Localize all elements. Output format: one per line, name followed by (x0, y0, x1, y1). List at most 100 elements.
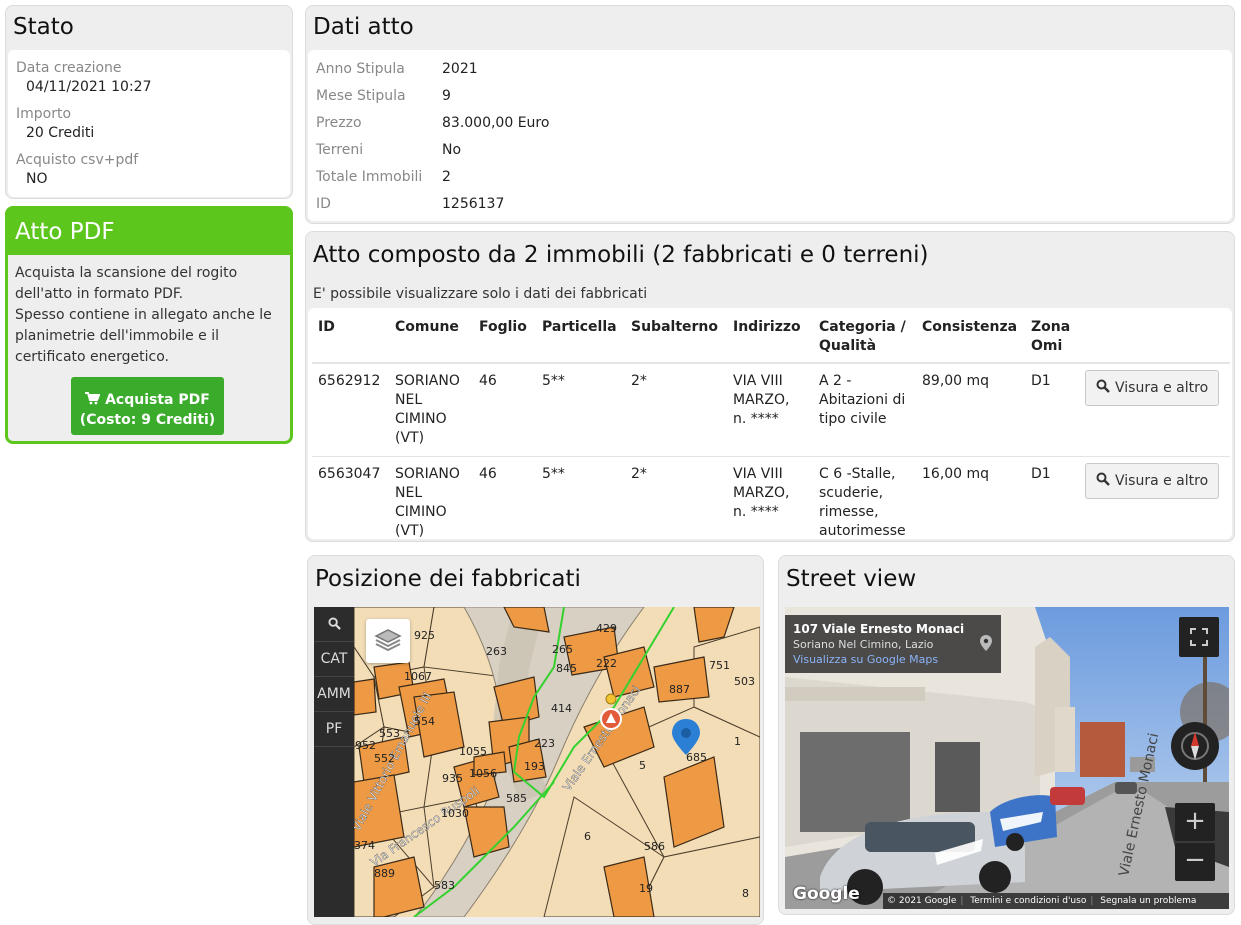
prezzo-label: Prezzo (316, 115, 362, 131)
map-search-icon[interactable] (314, 607, 354, 642)
cell-zona-omi: D1 (1025, 362, 1079, 457)
acquista-pdf-label: Acquista PDF (105, 391, 210, 408)
acquista-pdf-cost: (Costo: 9 Crediti) (79, 411, 216, 428)
cell-id: 6563047 (312, 456, 389, 549)
atto-pdf-title: Atto PDF (8, 209, 290, 255)
terreni-label: Terreni (316, 142, 364, 158)
parcel-label: 429 (596, 622, 617, 635)
data-creazione-label: Data creazione (16, 60, 122, 76)
cell-foglio: 46 (473, 362, 536, 457)
prezzo-value: 83.000,00 Euro (442, 115, 550, 131)
atto-pdf-description-1: Acquista la scansione del rogito dell'at… (15, 265, 238, 302)
col-particella: Particella (542, 319, 617, 335)
parcel-label: 19 (639, 882, 653, 895)
col-indirizzo: Indirizzo (733, 319, 801, 335)
id-label: ID (316, 196, 331, 212)
cell-zona-omi: D1 (1025, 456, 1079, 549)
cell-foglio: 46 (473, 456, 536, 549)
fullscreen-icon (1179, 628, 1219, 661)
stato-panel: Stato Data creazione 04/11/2021 10:27 Im… (5, 5, 293, 199)
zoom-in-button[interactable]: + (1175, 803, 1215, 841)
visura-button[interactable]: Visura e altro (1085, 370, 1220, 406)
cart-icon (85, 391, 105, 408)
col-categoria: Categoria / Qualità (819, 319, 906, 354)
parcel-label: 193 (524, 760, 545, 773)
google-maps-link[interactable]: Visualizza su Google Maps (793, 653, 993, 666)
mese-stipula-value: 9 (442, 88, 451, 104)
google-logo: Google (793, 884, 860, 904)
parcel-label: 925 (414, 629, 435, 642)
sv-locality: Soriano Nel Cimino, Lazio (793, 638, 934, 651)
cell-subalterno: 2* (625, 456, 727, 549)
immobili-panel: Atto composto da 2 immobili (2 fabbricat… (305, 231, 1235, 549)
parcel-label: 263 (486, 645, 507, 658)
parcel-label: 585 (506, 792, 527, 805)
atto-pdf-panel: Atto PDF Acquista la scansione del rogit… (5, 206, 293, 444)
cell-action: Visura e altro (1079, 362, 1230, 457)
street-view-panel: Street view Viale Ernesto Monaci 107 Via… (778, 555, 1235, 915)
acquista-pdf-button[interactable]: Acquista PDF (Costo: 9 Crediti) (71, 377, 224, 435)
col-consistenza: Consistenza (922, 319, 1018, 335)
map-tool-pf[interactable]: PF (314, 712, 354, 747)
cell-action: Visura e altro (1079, 456, 1230, 549)
street-view-title: Street view (786, 566, 917, 592)
parcel-label: 374 (354, 839, 375, 852)
table-row: 6563047 SORIANO NEL CIMINO (VT) 46 5** 2… (312, 456, 1230, 549)
cell-particella: 5** (536, 362, 625, 457)
parcel-label: 222 (596, 657, 617, 670)
cell-subalterno: 2* (625, 362, 727, 457)
terreni-value: No (442, 142, 462, 158)
parcel-label: 6 (584, 830, 591, 843)
parcel-label: 1056 (469, 767, 497, 780)
fullscreen-button[interactable] (1179, 617, 1219, 657)
col-subalterno: Subalterno (631, 319, 718, 335)
parcel-label: 414 (551, 702, 572, 715)
parcel-label: 503 (734, 675, 755, 688)
parcel-label: 5 (639, 759, 646, 772)
dati-atto-body: Anno Stipula 2021 Mese Stipula 9 Prezzo … (308, 50, 1232, 221)
layers-icon (366, 629, 410, 667)
id-value: 1256137 (442, 196, 505, 212)
immobili-title: Atto composto da 2 immobili (2 fabbricat… (313, 242, 929, 268)
parcel-label: 586 (644, 840, 665, 853)
cell-particella: 5** (536, 456, 625, 549)
map-tool-cat[interactable]: CAT (314, 642, 354, 677)
cell-comune: SORIANO NEL CIMINO (VT) (389, 456, 473, 549)
parcel-label: 845 (556, 662, 577, 675)
stato-title: Stato (13, 14, 74, 40)
cell-categoria: A 2 - Abitazioni di tipo civile (813, 362, 916, 457)
layers-button[interactable] (366, 619, 410, 663)
parcel-label: 265 (552, 643, 573, 656)
parcel-label: 685 (686, 751, 707, 764)
parcel-label: 553 (379, 727, 400, 740)
zoom-out-button[interactable]: − (1175, 843, 1215, 881)
report-problem-link[interactable]: Segnala un problema (1096, 896, 1200, 906)
terms-link[interactable]: Termini e condizioni d'uso (966, 896, 1090, 906)
plus-icon: + (1184, 806, 1206, 836)
parcel-label: 583 (434, 879, 455, 892)
parcel-label: 554 (414, 715, 435, 728)
cadastral-map[interactable]: Viale Vittorio Emanuele III Viale Ernest… (314, 607, 760, 917)
table-header-row: ID Comune Foglio Particella Subalterno I… (312, 308, 1230, 363)
parcel-label: 552 (374, 752, 395, 765)
atto-pdf-description-2: Spesso contiene in allegato anche le pla… (15, 307, 272, 365)
cell-indirizzo: VIA VIII MARZO, n. **** (727, 456, 813, 549)
parcel-label: 1067 (404, 670, 432, 683)
acquisto-value: NO (26, 171, 48, 187)
pin-icon[interactable] (980, 635, 992, 655)
parcel-label: 935 (442, 772, 463, 785)
search-icon (1096, 379, 1110, 397)
data-creazione-value: 04/11/2021 10:27 (26, 79, 152, 95)
cell-consistenza: 89,00 mq (916, 362, 1025, 457)
map-tool-amm[interactable]: AMM (314, 677, 354, 712)
minus-icon: − (1184, 845, 1206, 875)
address-card: 107 Viale Ernesto Monaci Soriano Nel Cim… (785, 615, 1001, 673)
col-id: ID (318, 319, 335, 335)
cell-categoria: C 6 -Stalle, scuderie, rimesse, autorime… (813, 456, 916, 549)
street-view-image[interactable]: Viale Ernesto Monaci 107 Viale Ernesto M… (785, 607, 1229, 909)
visura-button-label: Visura e altro (1115, 380, 1209, 396)
visura-button[interactable]: Visura e altro (1085, 463, 1220, 499)
compass-button[interactable] (1171, 722, 1219, 770)
col-comune: Comune (395, 319, 459, 335)
parcel-label: 751 (709, 659, 730, 672)
